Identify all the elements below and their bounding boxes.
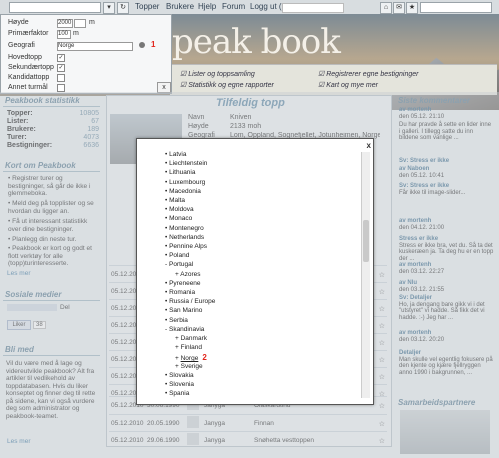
tree-item-danmark[interactable]: + Danmark — [175, 335, 207, 342]
nav-brukere[interactable]: Brukere — [166, 2, 194, 11]
nav-topper[interactable]: Topper — [135, 2, 159, 11]
home-icon[interactable]: ⌂ — [380, 2, 392, 14]
hoyde-unit: m — [89, 19, 95, 26]
tree-item-spania[interactable]: • Spania — [165, 390, 189, 397]
tree-item-slovenia[interactable]: • Slovenia — [165, 381, 194, 388]
feature-item: ☑ Registrerer egne bestigninger — [318, 71, 419, 78]
tree-item-liechtenstein[interactable]: • Liechtenstein — [165, 160, 207, 167]
site-logo[interactable]: peak book — [172, 22, 341, 62]
tree-item-monaco[interactable]: • Monaco — [165, 215, 192, 222]
bookmark-icon[interactable]: ★ — [406, 2, 418, 14]
hovedtopp-checkbox[interactable]: ✓ — [57, 54, 65, 62]
tree-item-latvia[interactable]: • Latvia — [165, 151, 186, 158]
check-label-sekundaer: Sekundærtopp — [8, 64, 54, 71]
tree-item-norge[interactable]: + Norge 2 — [175, 353, 207, 362]
nav-hjelp[interactable]: Hjelp — [198, 2, 216, 11]
primaer-input[interactable]: 100 — [57, 30, 71, 39]
username-redacted — [282, 3, 344, 13]
geografi-picker-icon[interactable] — [139, 42, 145, 48]
primaer-label: Primærfaktor — [8, 30, 49, 37]
tree-item-poland[interactable]: • Poland — [165, 252, 189, 259]
check-label-kandidat: Kandidattopp — [8, 74, 50, 81]
feature-item: ☑ Kart og mye mer — [318, 82, 378, 89]
annotation-marker-1: 1 — [151, 40, 156, 49]
quick-search-input[interactable] — [420, 2, 492, 13]
top-toolbar: ▾ ↻ Topper Brukere Hjelp Forum Logg ut (… — [0, 0, 499, 15]
tree-item-portugal[interactable]: - Portugal — [165, 261, 193, 268]
tree-item-serbia[interactable]: • Serbia — [165, 317, 188, 324]
check-label-hovedtopp: Hovedtopp — [8, 54, 42, 61]
geography-picker-dialog: x • Latvia • Liechtenstein • Lithuania • Lu… — [136, 138, 374, 405]
tree-item-macedonia[interactable]: • Macedonia — [165, 188, 201, 195]
tree-item-finland[interactable]: + Finland — [175, 344, 202, 351]
geografi-input[interactable]: Norge — [57, 42, 133, 51]
nav-forum[interactable]: Forum — [222, 2, 245, 11]
search-go-button[interactable]: ▾ — [103, 2, 115, 14]
hoyde-input-2[interactable] — [74, 19, 86, 28]
scrollbar-thumb[interactable] — [363, 220, 369, 262]
feature-item: ☑ Statistikk og egne rapporter — [180, 82, 274, 89]
primaer-unit: m — [73, 30, 79, 37]
hoyde-input[interactable]: 2000 — [57, 19, 73, 28]
annet-checkbox[interactable] — [57, 84, 65, 92]
geografi-label: Geografi — [8, 42, 35, 49]
tree-item-malta[interactable]: • Malta — [165, 197, 185, 204]
annotation-marker-2: 2 — [202, 353, 207, 363]
tree-item-netherlands[interactable]: • Netherlands — [165, 234, 204, 241]
check-label-annet: Annet turmål — [8, 84, 48, 91]
filter-panel: Høyde 2000 m Primærfaktor 100 m Geografi… — [0, 14, 172, 94]
kandidat-checkbox[interactable] — [57, 74, 65, 82]
tree-item-lithuania[interactable]: • Lithuania — [165, 169, 195, 176]
dialog-close-button[interactable]: x — [367, 141, 371, 150]
sekundaer-checkbox[interactable]: ✓ — [57, 64, 65, 72]
tree-item-slovakia[interactable]: • Slovakia — [165, 372, 194, 379]
tree-item-pennine-alps[interactable]: • Pennine Alps — [165, 243, 207, 250]
tree-item-san-marino[interactable]: • San Marino — [165, 307, 202, 314]
tree-item-sverige[interactable]: + Sverige — [175, 363, 203, 370]
nav-logout[interactable]: Logg ut ( — [250, 2, 282, 11]
tree-item-skandinavia[interactable]: - Skandinavia — [165, 326, 204, 333]
tree-item-luxembourg[interactable]: • Luxembourg — [165, 179, 205, 186]
hoyde-label: Høyde — [8, 19, 29, 26]
mail-icon[interactable]: ✉ — [393, 2, 405, 14]
dialog-scrollbar[interactable] — [361, 152, 370, 398]
feature-bar: ☑ Lister og toppsamling ☑ Statistikk og … — [170, 64, 497, 95]
tree-item-romania[interactable]: • Romania — [165, 289, 195, 296]
tree-item-montenegro[interactable]: • Montenegro — [165, 225, 204, 232]
feature-item: ☑ Lister og toppsamling — [180, 71, 255, 78]
country-tree: • Latvia • Liechtenstein • Lithuania • Luxe… — [137, 151, 373, 403]
tree-item-pyreneene[interactable]: • Pyreneene — [165, 280, 201, 287]
search-input[interactable] — [9, 2, 101, 13]
refresh-icon[interactable]: ↻ — [117, 2, 129, 14]
tree-item-moldova[interactable]: • Moldova — [165, 206, 194, 213]
tree-item-russia-europe[interactable]: • Russia / Europe — [165, 298, 215, 305]
tree-item-azores[interactable]: + Azores — [175, 271, 200, 278]
